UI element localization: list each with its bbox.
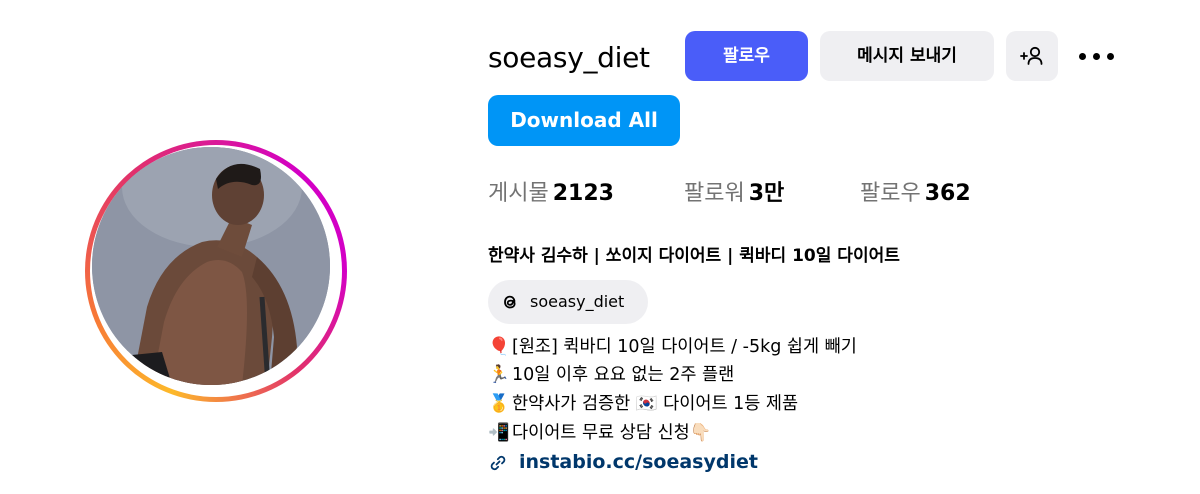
followers-label: 팔로워 xyxy=(684,181,745,206)
bio-line-text: 한약사가 검증한 🇰🇷 다이어트 1등 제품 xyxy=(512,394,799,414)
bio-line: 📲 다이어트 무료 상담 신청👇🏻 xyxy=(488,418,711,448)
avatar-person-illustration xyxy=(92,147,330,385)
send-message-button[interactable]: 메시지 보내기 xyxy=(820,31,994,81)
avatar xyxy=(92,147,330,385)
more-icon xyxy=(1079,53,1086,60)
bio-line-text: 다이어트 무료 상담 신청👇🏻 xyxy=(512,423,712,443)
follow-button[interactable]: 팔로우 xyxy=(685,31,808,81)
external-link[interactable]: instabio.cc/soeasydiet xyxy=(519,447,758,477)
threads-handle: soeasy_diet xyxy=(530,292,625,311)
download-all-button[interactable]: Download All xyxy=(488,95,680,146)
bio-line: 🎈 [원조] 퀵바디 10일 다이어트 / -5kg 쉽게 빼기 xyxy=(488,332,857,362)
more-options-button[interactable] xyxy=(1075,42,1117,70)
threads-icon xyxy=(504,295,516,309)
profile-username: soeasy_diet xyxy=(488,41,650,74)
threads-badge-link[interactable]: soeasy_diet xyxy=(488,280,648,324)
profile-page: soeasy_diet 팔로우 메시지 보내기 Download All 게시물… xyxy=(0,0,1200,494)
following-label: 팔로우 xyxy=(860,181,921,206)
profile-avatar-ring[interactable] xyxy=(85,140,347,402)
suggest-users-button[interactable] xyxy=(1006,31,1058,81)
following-count[interactable]: 팔로우 362 xyxy=(860,178,971,210)
phone-arrow-emoji: 📲 xyxy=(488,423,510,443)
runner-emoji: 🏃 xyxy=(488,365,510,385)
add-user-icon xyxy=(1020,46,1043,65)
posts-label: 게시물 xyxy=(488,181,549,206)
followers-count[interactable]: 팔로워 3만 xyxy=(684,178,784,210)
followers-value: 3만 xyxy=(748,181,785,206)
posts-count: 게시물 2123 xyxy=(488,178,614,210)
profile-full-name: 한약사 김수하 | 쏘이지 다이어트 | 퀵바디 10일 다이어트 xyxy=(488,246,900,266)
bio-line-text: [원조] 퀵바디 10일 다이어트 / -5kg 쉽게 빼기 xyxy=(512,337,857,357)
link-icon xyxy=(490,455,506,471)
bio-line: 🏃 10일 이후 요요 없는 2주 플랜 xyxy=(488,360,734,390)
posts-value: 2123 xyxy=(552,181,614,206)
bio-line-text: 10일 이후 요요 없는 2주 플랜 xyxy=(512,365,735,385)
following-value: 362 xyxy=(924,181,971,206)
balloon-emoji: 🎈 xyxy=(488,337,510,357)
bio-line: 🥇 한약사가 검증한 🇰🇷 다이어트 1등 제품 xyxy=(488,389,798,419)
gold-medal-emoji: 🥇 xyxy=(488,394,510,414)
